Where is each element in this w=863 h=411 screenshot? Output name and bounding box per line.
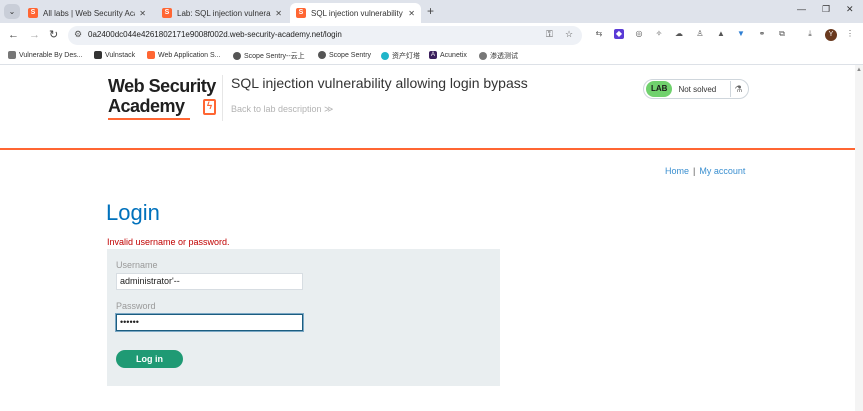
password-label: Password — [116, 301, 156, 311]
tab-strip: ⌄ S All labs | Web Security Acade ✕ S La… — [0, 0, 863, 23]
tab-title: Lab: SQL injection vulnerabili — [177, 8, 272, 18]
extension-link-icon[interactable]: ⚭ — [757, 29, 767, 39]
home-link[interactable]: Home — [665, 166, 689, 176]
back-to-lab-description-link[interactable]: Back to lab description ≫ — [231, 104, 333, 115]
password-input[interactable]: •••••• — [116, 314, 303, 331]
logo-underline — [108, 118, 190, 120]
tab-sqli-login[interactable]: S SQL injection vulnerability al ✕ — [290, 3, 421, 23]
flask-icon: ⚗ — [730, 81, 746, 97]
url-text: 0a2400dc044e4261802171e9008f002d.web-sec… — [88, 30, 342, 39]
scope-sentry-icon — [233, 52, 241, 60]
bookmark-scope-sentry[interactable]: Scope Sentry — [318, 51, 371, 59]
bookmark-label: Vulnstack — [105, 51, 136, 59]
bookmark-label: Web Application S... — [158, 51, 221, 59]
portswigger-favicon-icon: S — [162, 8, 172, 18]
bookmark-label: Scope Sentry — [329, 51, 372, 59]
globe-icon — [479, 52, 487, 60]
lab-title: SQL injection vulnerability allowing log… — [231, 75, 528, 91]
lab-tag: LAB — [646, 81, 673, 97]
header-divider — [222, 75, 223, 121]
minimize-icon[interactable]: — — [797, 4, 806, 14]
profile-avatar[interactable]: Y — [825, 29, 837, 41]
extension-ring-icon[interactable]: ◎ — [634, 29, 644, 39]
bookmark-acunetix[interactable]: A Acunetix — [429, 51, 467, 59]
extension-translate-icon[interactable]: ⇆ — [594, 29, 604, 39]
bookmark-label: 渗透测试 — [490, 53, 518, 60]
close-tab-icon[interactable]: ✕ — [139, 9, 146, 18]
download-icon[interactable]: ⤓ — [805, 29, 815, 39]
acunetix-icon: A — [429, 51, 437, 59]
extension-person-icon[interactable]: ♙ — [695, 29, 705, 39]
bookmark-star-icon[interactable]: ☆ — [565, 29, 573, 40]
extension-hex-icon[interactable]: ◆ — [614, 29, 624, 39]
portswigger-favicon-icon: S — [296, 8, 306, 18]
site-info-icon[interactable]: ⚙ — [74, 29, 82, 40]
lab-status-text: Not solved — [678, 84, 717, 94]
bookmark-vulnstack[interactable]: Vulnstack — [94, 51, 135, 59]
browser-toolbar: ← → ↻ ⚙ 0a2400dc044e4261802171e9008f002d… — [0, 23, 863, 48]
logo-lightning-icon: ϟ — [203, 99, 216, 115]
bookmark-label: Scope Sentry--云上 — [244, 53, 305, 60]
error-message: Invalid username or password. — [107, 237, 230, 247]
portswigger-favicon-icon — [147, 51, 155, 59]
lighthouse-icon — [381, 52, 389, 60]
close-tab-icon[interactable]: ✕ — [408, 9, 415, 18]
username-input[interactable]: administrator'-- — [116, 273, 303, 290]
login-button[interactable]: Log in — [116, 350, 183, 368]
username-label: Username — [116, 260, 158, 270]
page-scrollbar[interactable]: ▲ — [855, 65, 863, 411]
tab-all-labs[interactable]: S All labs | Web Security Acade ✕ — [22, 3, 152, 23]
bookmark-web-app-security[interactable]: Web Application S... — [147, 51, 221, 59]
close-window-icon[interactable]: ✕ — [846, 4, 854, 15]
bookmark-pentest[interactable]: 渗透测试 — [479, 51, 518, 61]
bookmark-vulnhub[interactable]: Vulnerable By Des... — [8, 51, 83, 59]
top-nav: Home | My account — [665, 166, 745, 176]
browser-menu-icon[interactable]: ⋮ — [845, 29, 855, 39]
bookmark-label: Acunetix — [440, 51, 467, 59]
address-bar[interactable]: ⚙ 0a2400dc044e4261802171e9008f002d.web-s… — [68, 26, 582, 45]
nav-separator: | — [693, 166, 696, 176]
portswigger-favicon-icon: S — [28, 8, 38, 18]
bookmark-scope-sentry-cloud[interactable]: Scope Sentry--云上 — [233, 51, 305, 61]
page-title: Login — [106, 200, 160, 225]
bookmarks-bar: Vulnerable By Des... Vulnstack Web Appli… — [0, 48, 863, 65]
scroll-up-icon[interactable]: ▲ — [856, 67, 862, 73]
extension-stack-icon[interactable]: ▲ — [716, 29, 726, 39]
close-tab-icon[interactable]: ✕ — [275, 9, 282, 18]
bookmark-label: 资产灯塔 — [392, 53, 420, 60]
extensions-puzzle-icon[interactable]: ⧉ — [777, 29, 787, 39]
bookmark-asset-lighthouse[interactable]: 资产灯塔 — [381, 51, 420, 61]
reload-icon[interactable]: ↻ — [49, 28, 58, 42]
my-account-link[interactable]: My account — [699, 166, 745, 176]
bookmark-label: Vulnerable By Des... — [19, 51, 83, 59]
extension-cloud-icon[interactable]: ☁ — [674, 29, 684, 39]
logo-line-1: Web Security — [108, 76, 216, 96]
back-arrow-icon[interactable]: ← — [8, 28, 19, 42]
globe-icon — [94, 51, 102, 59]
scope-sentry-icon — [318, 51, 326, 59]
globe-icon — [8, 51, 16, 59]
page-viewport: Web Security Academy ϟ SQL injection vul… — [0, 65, 855, 411]
tab-search-chevron-icon[interactable]: ⌄ — [4, 4, 20, 19]
header-rule — [0, 148, 855, 150]
restore-icon[interactable]: ❐ — [822, 4, 830, 15]
new-tab-icon[interactable]: + — [427, 4, 434, 18]
tab-lab-description[interactable]: S Lab: SQL injection vulnerabili ✕ — [156, 3, 288, 23]
forward-arrow-icon[interactable]: → — [29, 28, 40, 42]
password-key-icon[interactable]: ⚿ — [546, 29, 553, 40]
lab-status-widget: LAB Not solved ⚗ — [643, 79, 749, 99]
extension-wappalyzer-icon[interactable]: ✧ — [654, 29, 664, 39]
web-security-academy-logo[interactable]: Web Security Academy ϟ — [108, 76, 223, 116]
extension-blue-icon[interactable]: ▼ — [736, 29, 746, 39]
login-form: Username administrator'-- Password •••••… — [107, 249, 500, 386]
tab-title: SQL injection vulnerability al — [311, 8, 405, 18]
tab-title: All labs | Web Security Acade — [43, 8, 135, 18]
